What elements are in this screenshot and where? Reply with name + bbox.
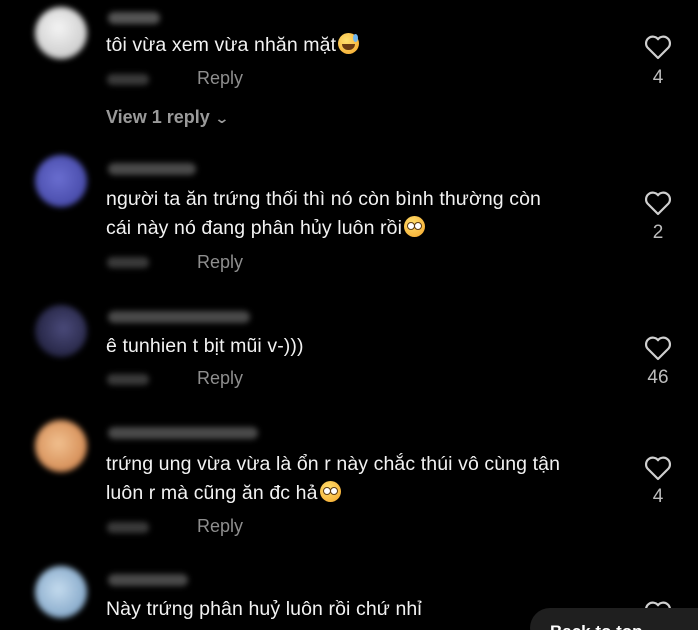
grinning-sweat-emoji	[338, 33, 360, 54]
reply-button[interactable]: Reply	[197, 68, 243, 89]
comment-text-line: ê tunhien t bịt mũi v-)))	[106, 335, 304, 357]
comment-text-line: luôn r mà cũng ăn đc hả	[106, 482, 318, 504]
username-blurred[interactable]	[108, 427, 258, 439]
comment-text-line: Này trứng phân huỷ luôn rồi chứ nhỉ	[106, 598, 422, 620]
avatar[interactable]	[35, 566, 87, 618]
reply-button[interactable]: Reply	[197, 516, 243, 537]
comment-date-blurred	[107, 257, 149, 268]
avatar[interactable]	[35, 420, 87, 472]
avatar[interactable]	[35, 305, 87, 357]
like-count: 46	[647, 367, 669, 388]
heart-icon[interactable]	[644, 34, 672, 60]
like-count: 2	[652, 222, 664, 243]
avatar[interactable]	[35, 155, 87, 207]
comment-text: tôi vừa xem vừa nhăn mặt	[106, 31, 626, 60]
heart-icon[interactable]	[644, 190, 672, 216]
username-blurred[interactable]	[108, 163, 196, 175]
comment-date-blurred	[107, 374, 149, 385]
comment-text-line: cái này nó đang phân hủy luôn rồi	[106, 217, 403, 239]
flushed-face-emoji	[319, 481, 341, 502]
flushed-face-emoji	[404, 216, 426, 237]
comment-text: người ta ăn trứng thối thì nó còn bình t…	[106, 185, 626, 243]
comment-text: ê tunhien t bịt mũi v-)))	[106, 332, 626, 361]
heart-icon[interactable]	[644, 335, 672, 361]
reply-button[interactable]: Reply	[197, 252, 243, 273]
comment-date-blurred	[107, 522, 149, 533]
comment-text-line: trứng ung vừa vừa là ổn r này chắc thúi …	[106, 453, 561, 475]
like-count: 4	[652, 486, 664, 507]
username-blurred[interactable]	[108, 12, 160, 24]
view-replies-label: View 1 reply	[106, 107, 210, 127]
heart-icon[interactable]	[644, 455, 672, 481]
like-count: 4	[652, 67, 664, 88]
back-to-top-button[interactable]: Back to top	[530, 608, 698, 630]
avatar[interactable]	[35, 7, 87, 59]
username-blurred[interactable]	[108, 574, 188, 586]
comment-text-line: người ta ăn trứng thối thì nó còn bình t…	[106, 188, 541, 210]
username-blurred[interactable]	[108, 311, 250, 323]
comment-text: trứng ung vừa vừa là ổn r này chắc thúi …	[106, 450, 626, 508]
comment-text-line: tôi vừa xem vừa nhăn mặt	[106, 34, 337, 56]
chevron-down-icon: ⌄	[213, 110, 230, 126]
comment-date-blurred	[107, 74, 149, 85]
reply-button[interactable]: Reply	[197, 368, 243, 389]
view-replies-button[interactable]: View 1 reply ⌄	[106, 107, 230, 128]
